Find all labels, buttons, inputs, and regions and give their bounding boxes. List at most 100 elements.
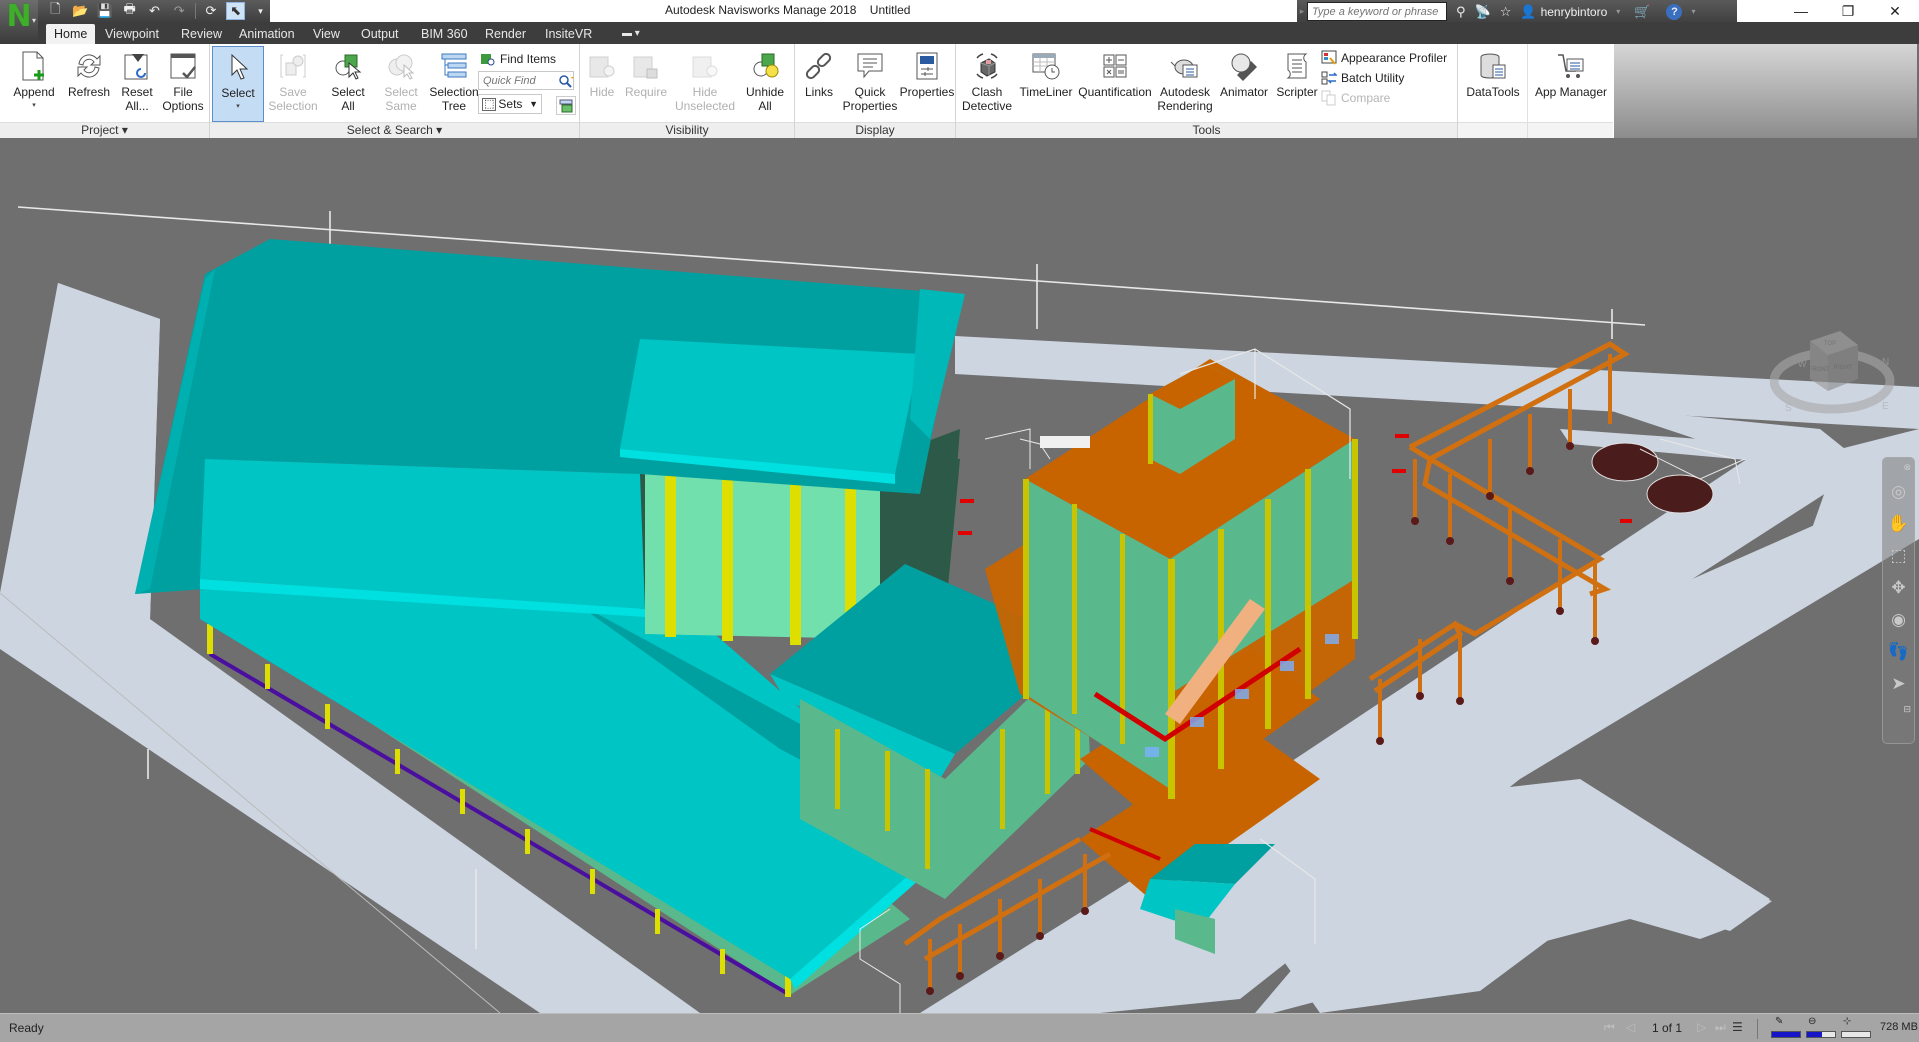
hide-button[interactable]: Hide <box>584 46 620 122</box>
quantification-button[interactable]: Quantification <box>1076 46 1154 122</box>
help-icon[interactable]: ? <box>1666 3 1683 20</box>
autodesk-store-cart-icon[interactable]: 🛒 <box>1634 4 1650 20</box>
compare-icon <box>1321 90 1337 106</box>
help-dropdown-icon[interactable]: ▾ <box>1691 7 1695 16</box>
redo-icon[interactable]: ↷ <box>170 2 189 20</box>
app-manager-button[interactable]: App Manager <box>1532 46 1610 122</box>
scripter-button[interactable]: Scripter <box>1272 46 1322 122</box>
favorites-star-icon[interactable]: ☆ <box>1500 4 1512 20</box>
select-same-button[interactable]: Select Same <box>376 46 426 122</box>
viewcube-right-label[interactable]: RIGHT <box>1834 365 1853 371</box>
panel-label-project[interactable]: Project ▾ <box>0 122 209 138</box>
communication-center-icon[interactable]: 📡 <box>1475 4 1491 20</box>
3d-viewport[interactable]: TOP FRONT RIGHT N E S W ⊗ ◎ ✋ ⬚ ✥ ◉ 👣 ➤ … <box>0 139 1919 1013</box>
app-title: Autodesk Navisworks Manage 2018 <box>665 3 857 17</box>
viewcube[interactable]: TOP FRONT RIGHT N E S W <box>1770 319 1895 424</box>
select-button[interactable]: Select ▾ <box>212 46 264 122</box>
undo-icon[interactable]: ↶ <box>145 2 164 20</box>
user-icon[interactable]: 👤 <box>1520 4 1536 20</box>
pan-hand-icon[interactable]: ✋ <box>1887 512 1911 536</box>
reset-all-button[interactable]: Reset All... <box>116 46 158 122</box>
steering-wheel-icon[interactable]: ◎ <box>1887 480 1911 504</box>
customize-qat-icon[interactable]: ▾ <box>251 2 270 20</box>
clash-detective-button[interactable]: Clash Detective <box>960 46 1014 122</box>
tab-output[interactable]: Output <box>353 24 407 44</box>
previous-sheet-icon[interactable]: ◁ <box>1626 1020 1635 1034</box>
timeliner-icon <box>1029 49 1063 83</box>
compare-button[interactable]: Compare <box>1321 88 1390 108</box>
selection-tree-button[interactable]: Selection Tree <box>426 46 482 122</box>
viewcube-top-label[interactable]: TOP <box>1824 341 1836 347</box>
timeliner-button[interactable]: TimeLiner <box>1016 46 1076 122</box>
animator-button[interactable]: Animator <box>1216 46 1272 122</box>
tab-viewpoint[interactable]: Viewpoint <box>97 24 167 44</box>
app-manager-cart-icon <box>1554 49 1588 83</box>
last-sheet-icon[interactable]: ⏭ <box>1715 1020 1726 1035</box>
print-icon[interactable]: 🖶 <box>120 1 139 20</box>
new-icon[interactable]: 🗋 <box>46 1 65 20</box>
tab-render[interactable]: Render <box>477 24 534 44</box>
quick-find-search-icon[interactable] <box>558 73 574 89</box>
user-name[interactable]: henrybintoro <box>1541 5 1608 19</box>
append-button[interactable]: Append ▾ <box>8 46 60 122</box>
unhide-all-icon <box>748 49 782 83</box>
batch-utility-icon <box>1321 70 1337 86</box>
model-scene[interactable] <box>0 139 1919 1013</box>
refresh-button[interactable]: Refresh <box>64 46 114 122</box>
appearance-profiler-button[interactable]: Appearance Profiler <box>1321 48 1447 68</box>
sheet-browser-icon[interactable]: ☰ <box>1732 1020 1743 1034</box>
tab-insitevr[interactable]: InsiteVR <box>537 24 600 44</box>
tab-bim360[interactable]: BIM 360 <box>413 24 476 44</box>
restore-button[interactable]: ❐ <box>1825 0 1871 22</box>
compass-west[interactable]: W <box>1798 359 1807 369</box>
database-icon <box>1476 49 1510 83</box>
manage-sets-icon[interactable] <box>556 96 576 115</box>
compass-south[interactable]: S <box>1785 403 1792 414</box>
links-button[interactable]: Links <box>799 46 839 122</box>
navbar-close-icon[interactable]: ⊗ <box>1903 462 1911 472</box>
walk-footsteps-icon[interactable]: 👣 <box>1887 640 1911 664</box>
ribbon-minimize-toggle-icon[interactable]: ▬ ▾ <box>614 24 648 44</box>
select-icon[interactable]: ⬉ <box>226 2 246 20</box>
compass-north[interactable]: N <box>1882 357 1889 368</box>
properties-button[interactable]: Properties <box>899 46 955 122</box>
panel-label-select-search[interactable]: Select & Search ▾ <box>210 122 579 138</box>
sets-dropdown[interactable]: ⬚ Sets ▼ <box>478 94 542 114</box>
autodesk-rendering-button[interactable]: Autodesk Rendering <box>1154 46 1216 122</box>
navbar-customize-icon[interactable]: ⊟ <box>1903 704 1911 714</box>
unhide-all-button[interactable]: Unhide All <box>740 46 790 122</box>
user-dropdown-icon[interactable]: ▾ <box>1616 7 1620 16</box>
orbit-icon[interactable]: ✥ <box>1887 576 1911 600</box>
tab-home[interactable]: Home <box>46 24 96 44</box>
hide-unselected-button[interactable]: Hide Unselected <box>672 46 738 122</box>
refresh-icon[interactable]: ⟳ <box>202 2 221 20</box>
next-sheet-icon[interactable]: ▷ <box>1697 1020 1706 1034</box>
zoom-window-icon[interactable]: ⬚ <box>1887 544 1911 568</box>
open-icon[interactable]: 📂 <box>71 2 90 20</box>
select-arrow-icon[interactable]: ➤ <box>1887 672 1911 696</box>
refresh-icon <box>72 49 106 83</box>
tab-animation[interactable]: Animation <box>231 24 303 44</box>
minimize-button[interactable]: — <box>1778 0 1824 22</box>
collapse-search-icon[interactable]: ▸ <box>1297 6 1307 17</box>
keyword-search-input[interactable] <box>1307 2 1447 21</box>
datatools-button[interactable]: DataTools <box>1462 46 1524 122</box>
application-menu-button[interactable]: N ▾ <box>0 0 38 44</box>
compass-east[interactable]: E <box>1882 401 1889 412</box>
binoculars-icon[interactable]: ⚲ <box>1456 4 1466 20</box>
close-button[interactable]: ✕ <box>1872 0 1918 22</box>
quick-properties-button[interactable]: Quick Properties <box>841 46 899 122</box>
batch-utility-button[interactable]: Batch Utility <box>1321 68 1404 88</box>
file-options-button[interactable]: File Options <box>160 46 206 122</box>
scripter-scroll-icon <box>1280 49 1314 83</box>
select-all-button[interactable]: Select All <box>322 46 374 122</box>
find-items-button[interactable]: Find Items <box>480 49 556 69</box>
tab-view[interactable]: View <box>305 24 348 44</box>
save-selection-button[interactable]: Save Selection <box>266 46 320 122</box>
viewcube-front-label[interactable]: FRONT <box>1809 367 1830 373</box>
tab-review[interactable]: Review <box>173 24 230 44</box>
require-button[interactable]: Require <box>622 46 670 122</box>
look-around-icon[interactable]: ◉ <box>1887 608 1911 632</box>
first-sheet-icon[interactable]: ⏮ <box>1604 1020 1615 1035</box>
save-icon[interactable]: 💾 <box>96 2 115 20</box>
